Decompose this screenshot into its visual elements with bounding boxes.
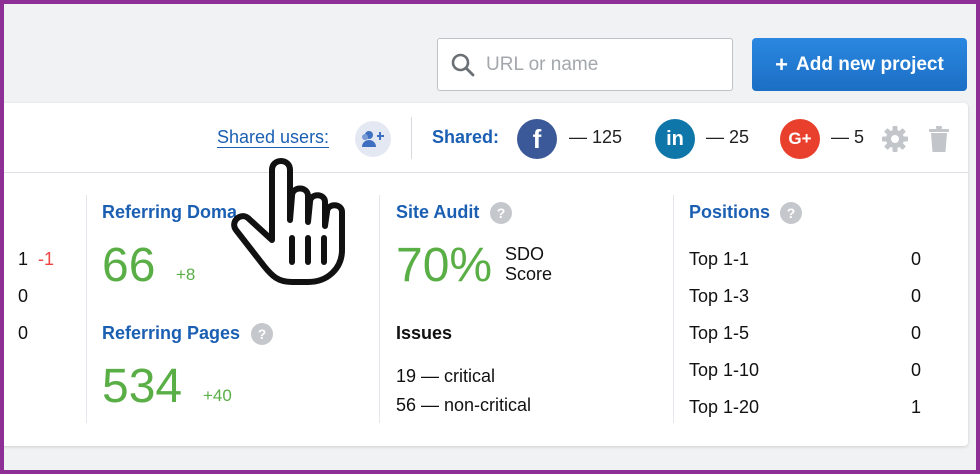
positions-row-label: Top 1-3 — [689, 286, 750, 306]
plus-icon: + — [775, 51, 789, 77]
positions-row-label: Top 1-10 — [689, 360, 760, 380]
search-box[interactable] — [437, 38, 733, 91]
linkedin-share-count: — 25 — [706, 127, 750, 147]
left-row-1-delta: -1 — [38, 249, 55, 269]
header-divider — [411, 117, 412, 159]
referring-pages-delta: +40 — [203, 386, 232, 405]
left-row-2-value: 0 — [18, 286, 29, 306]
sdo-label-line2: Score — [505, 264, 553, 284]
column-divider — [379, 195, 380, 423]
sdo-score-value: 70% — [396, 239, 493, 292]
issues-title: Issues — [396, 323, 453, 343]
positions-row-value: 0 — [911, 360, 922, 380]
add-user-icon — [362, 131, 384, 147]
positions-row-value: 1 — [911, 397, 922, 417]
sdo-label-line1: SDO — [505, 244, 545, 264]
add-shared-user-button[interactable] — [355, 121, 391, 157]
search-icon — [451, 53, 475, 76]
facebook-share-count: — 125 — [569, 127, 623, 147]
referring-pages-value: 534 — [102, 360, 183, 413]
column-divider — [673, 195, 674, 423]
help-icon[interactable]: ? — [490, 202, 512, 224]
shared-label: Shared: — [432, 127, 500, 147]
left-row-3-value: 0 — [18, 323, 29, 343]
positions-row-value: 0 — [911, 249, 922, 269]
noncritical-issues[interactable]: 56 — non-critical — [396, 395, 531, 416]
positions-row-label: Top 1-1 — [689, 249, 750, 269]
help-icon[interactable]: ? — [251, 323, 273, 345]
add-new-project-button[interactable]: + Add new project — [752, 38, 967, 91]
google-plus-icon[interactable]: G+ — [780, 119, 820, 159]
google-plus-share-count: — 5 — [831, 127, 865, 147]
project-card-header: Shared users: Shared: f — 125 in — 25 G+… — [0, 103, 968, 173]
referring-domains-value: 66 — [102, 239, 156, 292]
critical-issues[interactable]: 19 — critical — [396, 366, 495, 387]
facebook-icon[interactable]: f — [517, 119, 557, 159]
referring-domains-delta: +8 — [176, 265, 196, 284]
positions-title[interactable]: Positions — [689, 202, 770, 223]
left-row-1-value: 1 — [18, 249, 29, 269]
project-card: Shared users: Shared: f — 125 in — 25 G+… — [0, 103, 968, 446]
trash-icon[interactable] — [927, 125, 951, 153]
referring-domains-title[interactable]: Referring Doma — [102, 202, 237, 223]
site-audit-title[interactable]: Site Audit — [396, 202, 479, 223]
search-input[interactable] — [486, 53, 716, 76]
pointing-hand-cursor-icon — [231, 158, 345, 285]
column-divider — [86, 195, 87, 423]
gear-icon[interactable] — [881, 125, 909, 153]
shared-users-link[interactable]: Shared users: — [217, 127, 329, 148]
positions-row-label: Top 1-20 — [689, 397, 760, 417]
help-icon[interactable]: ? — [780, 202, 802, 224]
linkedin-icon[interactable]: in — [655, 119, 695, 159]
positions-row-value: 0 — [911, 286, 922, 306]
positions-row-label: Top 1-5 — [689, 323, 750, 343]
referring-pages-title[interactable]: Referring Pages — [102, 323, 240, 344]
positions-row-value: 0 — [911, 323, 922, 343]
add-new-project-label: Add new project — [796, 53, 944, 75]
